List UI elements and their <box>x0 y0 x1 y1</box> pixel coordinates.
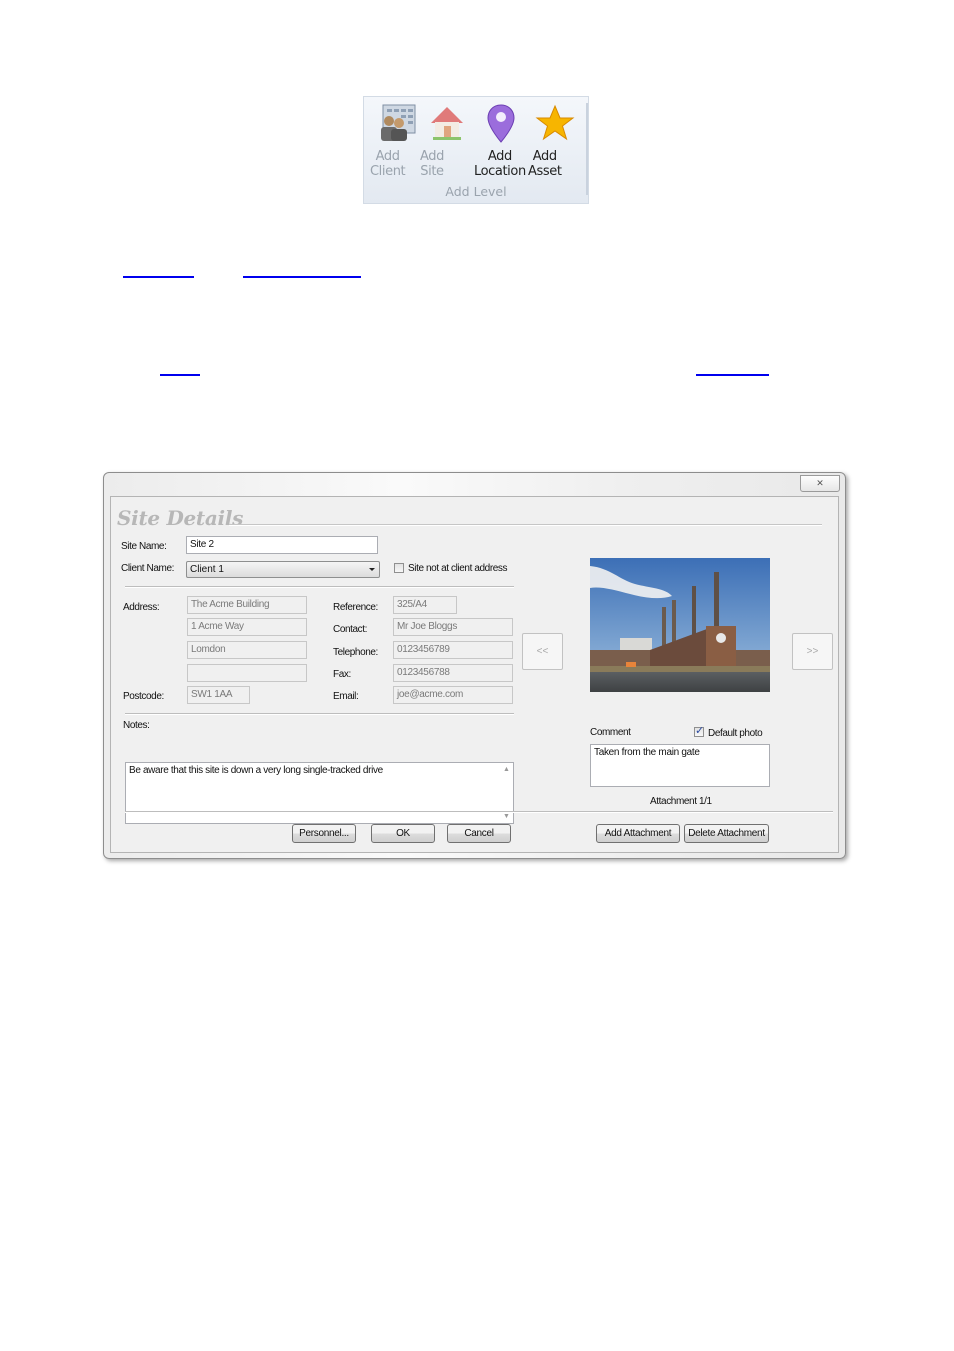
add-site-button[interactable]: Add Site <box>420 103 474 179</box>
postcode-input[interactable]: SW1 1AA <box>187 686 250 704</box>
notes-textarea[interactable]: Be aware that this site is down a very l… <box>125 762 514 824</box>
site-name-input[interactable]: Site 2 <box>186 536 378 554</box>
reference-label: Reference: <box>333 602 378 613</box>
add-client-label-2: Client <box>370 164 406 179</box>
map-pin-icon <box>487 104 515 143</box>
default-photo-label: Default photo <box>708 728 763 739</box>
link-underline[interactable] <box>243 276 361 278</box>
client-name-label: Client Name: <box>121 563 174 574</box>
postcode-label: Postcode: <box>123 691 164 702</box>
title-divider <box>229 524 822 526</box>
dialog-title: Site Details <box>117 506 244 530</box>
dialog-client-area: Site Details Site Name: Site 2 Client Na… <box>110 496 839 853</box>
scroll-down-icon[interactable]: ▼ <box>503 813 510 820</box>
client-name-select[interactable]: Client 1 <box>186 561 380 578</box>
site-details-dialog: ✕ Site Details Site Name: Site 2 Client … <box>103 472 846 859</box>
telephone-input[interactable]: 0123456789 <box>393 641 513 659</box>
ribbon-group-add-level: Add Client Add Site Add Location Add Asset A… <box>363 96 589 204</box>
add-location-label-1: Add <box>487 149 512 164</box>
divider <box>125 811 833 813</box>
comment-label: Comment <box>590 727 631 738</box>
add-asset-label-1: Add <box>532 149 557 164</box>
comment-textarea[interactable]: Taken from the main gate <box>590 744 770 787</box>
telephone-label: Telephone: <box>333 647 378 658</box>
add-attachment-button[interactable]: Add Attachment <box>596 824 680 843</box>
next-attachment-button[interactable]: >> <box>792 633 833 670</box>
ribbon-separator <box>586 103 588 195</box>
close-button[interactable]: ✕ <box>800 475 840 492</box>
notes-label: Notes: <box>123 720 150 731</box>
reference-input[interactable]: 325/A4 <box>393 596 457 614</box>
add-site-label-1: Add <box>420 149 444 164</box>
link-underline[interactable] <box>696 374 769 376</box>
personnel-button[interactable]: Personnel... <box>292 824 356 843</box>
add-client-label-1: Add <box>375 149 400 164</box>
cancel-button[interactable]: Cancel <box>447 824 511 843</box>
scroll-up-icon[interactable]: ▲ <box>503 766 510 773</box>
attachment-photo <box>590 558 770 692</box>
chevron-down-icon <box>369 568 375 571</box>
contact-input[interactable]: Mr Joe Bloggs <box>393 618 513 636</box>
delete-attachment-button[interactable]: Delete Attachment <box>684 824 769 843</box>
divider <box>125 586 514 588</box>
client-card-icon <box>381 104 416 141</box>
add-location-label-2: Location <box>474 164 526 179</box>
address-line-1[interactable]: The Acme Building <box>187 596 307 614</box>
address-line-2[interactable]: 1 Acme Way <box>187 618 307 636</box>
previous-attachment-button[interactable]: << <box>522 633 563 670</box>
add-asset-label-2: Asset <box>528 164 562 179</box>
add-site-label-2: Site <box>420 164 444 179</box>
link-underline[interactable] <box>123 276 194 278</box>
address-line-3[interactable]: Lomdon <box>187 641 307 659</box>
star-icon <box>535 104 575 141</box>
default-photo-checkbox[interactable] <box>694 724 704 737</box>
ok-button[interactable]: OK <box>371 824 435 843</box>
notes-text: Be aware that this site is down a very l… <box>129 765 383 776</box>
site-not-at-client-checkbox[interactable] <box>394 563 404 573</box>
address-line-4[interactable] <box>187 664 307 682</box>
fax-label: Fax: <box>333 669 351 680</box>
ribbon-group-label: Add Level <box>445 184 507 199</box>
divider <box>125 713 514 715</box>
add-location-button[interactable]: Add Location <box>474 103 528 179</box>
email-input[interactable]: joe@acme.com <box>393 686 513 704</box>
email-label: Email: <box>333 691 359 702</box>
address-label: Address: <box>123 602 160 613</box>
client-name-value: Client 1 <box>190 564 224 575</box>
link-underline[interactable] <box>160 374 200 376</box>
fax-input[interactable]: 0123456788 <box>393 664 513 682</box>
close-icon: ✕ <box>816 478 824 488</box>
house-icon <box>431 107 463 140</box>
add-client-button[interactable]: Add Client <box>370 103 424 179</box>
notes-scrollbar[interactable]: ▲ ▼ <box>499 763 513 823</box>
site-name-label: Site Name: <box>121 541 167 552</box>
add-asset-button[interactable]: Add Asset <box>528 103 582 179</box>
site-not-at-client-label: Site not at client address <box>408 563 508 574</box>
contact-label: Contact: <box>333 624 368 635</box>
attachment-counter: Attachment 1/1 <box>650 796 712 807</box>
